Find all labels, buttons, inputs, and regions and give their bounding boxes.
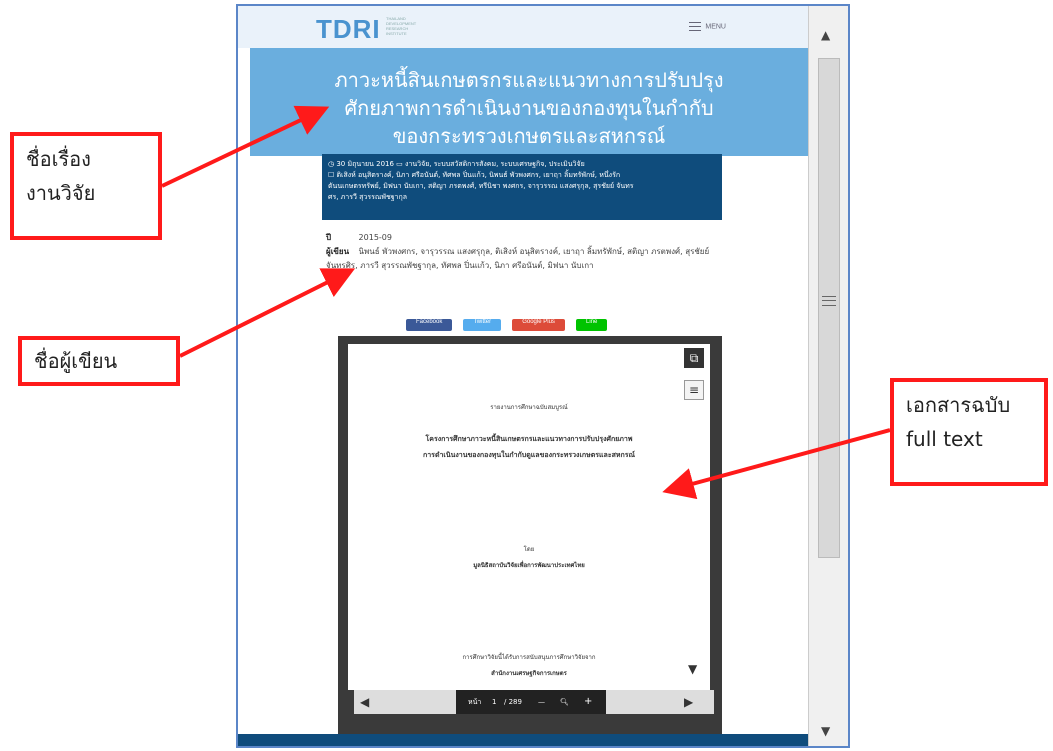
meta-line: ☐ ติเสิงห์ อนุสิตรางค์, นิภา ศรีอนันต์, …: [328, 171, 621, 179]
title-banner: ภาวะหนี้สินเกษตรกรและแนวทางการปรับปรุง ศ…: [250, 48, 808, 156]
year-value: 2015-09: [358, 233, 392, 242]
title-line: ภาวะหนี้สินเกษตรกรและแนวทางการปรับปรุง: [334, 68, 724, 92]
googleplus-share-button[interactable]: Google Plus: [512, 319, 565, 331]
scroll-up-arrow-icon[interactable]: ▲: [821, 28, 830, 42]
zoom-out-button[interactable]: —: [538, 690, 545, 714]
doc-line: รายงานการศึกษาฉบับสมบูรณ์: [490, 404, 568, 411]
title-line: ของกระทรวงเกษตรและสหกรณ์: [392, 124, 666, 148]
callout-line: เอกสารฉบับ: [906, 393, 1011, 417]
zoom-in-button[interactable]: +: [584, 690, 592, 714]
research-title: ภาวะหนี้สินเกษตรกรและแนวทางการปรับปรุง ศ…: [250, 66, 808, 150]
year-row: ปี 2015-09: [326, 231, 726, 245]
doc-line: สำนักงานเศรษฐกิจการเกษตร: [491, 670, 567, 677]
doc-line: การศึกษาวิจัยนี้ได้รับการสนับสนุนการศึกษ…: [462, 654, 596, 661]
callout-line: full text: [906, 427, 983, 451]
logo-subtitle: THAILAND DEVELOPMENT RESEARCH INSTITUTE: [386, 16, 417, 36]
site-footer: [238, 734, 808, 746]
title-callout: ชื่อเรื่อง งานวิจัย: [10, 132, 162, 240]
author-list: นิพนธ์ พัวพงศกร, จารุวรรณ แสงศรุกุล, ติเ…: [326, 247, 710, 270]
tdri-page: TDRI THAILAND DEVELOPMENT RESEARCH INSTI…: [238, 6, 808, 746]
page-input[interactable]: 1: [492, 690, 496, 714]
grip-icon: [822, 296, 836, 306]
meta-line: ศร, ภารวี สุวรรณพัชฐากุล: [328, 193, 408, 201]
pdf-pager: ◀ หน้า 1 / 289 — 🔍︎ + ▶: [354, 690, 714, 714]
callout-line: ชื่อเรื่อง: [26, 147, 91, 171]
prev-page-icon[interactable]: ◀: [360, 695, 369, 709]
hamburger-icon: [689, 22, 702, 31]
research-info: ปี 2015-09 ผู้เขียน นิพนธ์ พัวพงศกร, จาร…: [326, 231, 726, 273]
doc-line: การดำเนินงานของกองทุนในกำกับดูแลของกระทร…: [423, 451, 635, 459]
doc-line: โดย: [523, 546, 535, 553]
window-scrollbar[interactable]: ▲ ▼: [808, 6, 848, 746]
zoom-icon[interactable]: 🔍︎: [560, 690, 569, 714]
scroll-down-arrow-icon[interactable]: ▼: [821, 724, 830, 738]
callout-line: งานวิจัย: [26, 181, 96, 205]
meta-box: ◷ 30 มิถุนายน 2016 ▭ งานวิจัย, ระบบสวัสด…: [322, 154, 722, 220]
page-label: หน้า: [468, 698, 482, 706]
next-page-icon[interactable]: ▶: [684, 695, 693, 709]
pdf-page: รายงานการศึกษาฉบับสมบูรณ์ โครงการศึกษาภา…: [348, 344, 710, 690]
author-callout: ชื่อผู้เขียน: [18, 336, 180, 386]
viewer-tools: ⧉ ≡: [684, 348, 706, 412]
menu-button[interactable]: MENU: [689, 22, 726, 31]
browser-window: TDRI THAILAND DEVELOPMENT RESEARCH INSTI…: [236, 4, 850, 748]
share-buttons: Facebook Twitter Google Plus Line: [406, 308, 613, 331]
menu-icon[interactable]: ≡: [684, 380, 704, 400]
doc-line: มูลนิธิสถาบันวิจัยเพื่อการพัฒนาประเทศไทย: [473, 562, 585, 569]
open-external-icon[interactable]: ⧉: [684, 348, 704, 368]
fulltext-callout: เอกสารฉบับ full text: [890, 378, 1048, 486]
twitter-share-button[interactable]: Twitter: [463, 319, 502, 331]
tdri-logo[interactable]: TDRI: [316, 14, 381, 45]
page-controls: หน้า 1 / 289 — 🔍︎ +: [456, 690, 606, 714]
scroll-down-icon[interactable]: ▼: [688, 662, 697, 676]
title-line: ศักยภาพการดำเนินงานของกองทุนในกำกับ: [344, 96, 714, 120]
line-share-button[interactable]: Line: [576, 319, 608, 331]
menu-label: MENU: [705, 23, 726, 31]
meta-line: ตันนเกษตรทรัพย์, มิฟนา นับเกา, สติญา ภรต…: [328, 182, 634, 190]
scrollbar-thumb[interactable]: [818, 58, 840, 558]
meta-line: ◷ 30 มิถุนายน 2016 ▭ งานวิจัย, ระบบสวัสด…: [328, 160, 585, 168]
callout-line: ชื่อผู้เขียน: [34, 349, 118, 373]
pdf-viewer[interactable]: รายงานการศึกษาฉบับสมบูรณ์ โครงการศึกษาภา…: [338, 336, 722, 736]
doc-line: โครงการศึกษาภาวะหนี้สินเกษตรกรและแนวทางก…: [425, 435, 633, 443]
site-header: TDRI THAILAND DEVELOPMENT RESEARCH INSTI…: [238, 6, 808, 48]
author-label: ผู้เขียน: [326, 247, 350, 256]
year-label: ปี: [326, 233, 332, 242]
page-total: / 289: [504, 698, 522, 706]
facebook-share-button[interactable]: Facebook: [406, 319, 453, 331]
author-row: ผู้เขียน นิพนธ์ พัวพงศกร, จารุวรรณ แสงศร…: [326, 245, 726, 273]
